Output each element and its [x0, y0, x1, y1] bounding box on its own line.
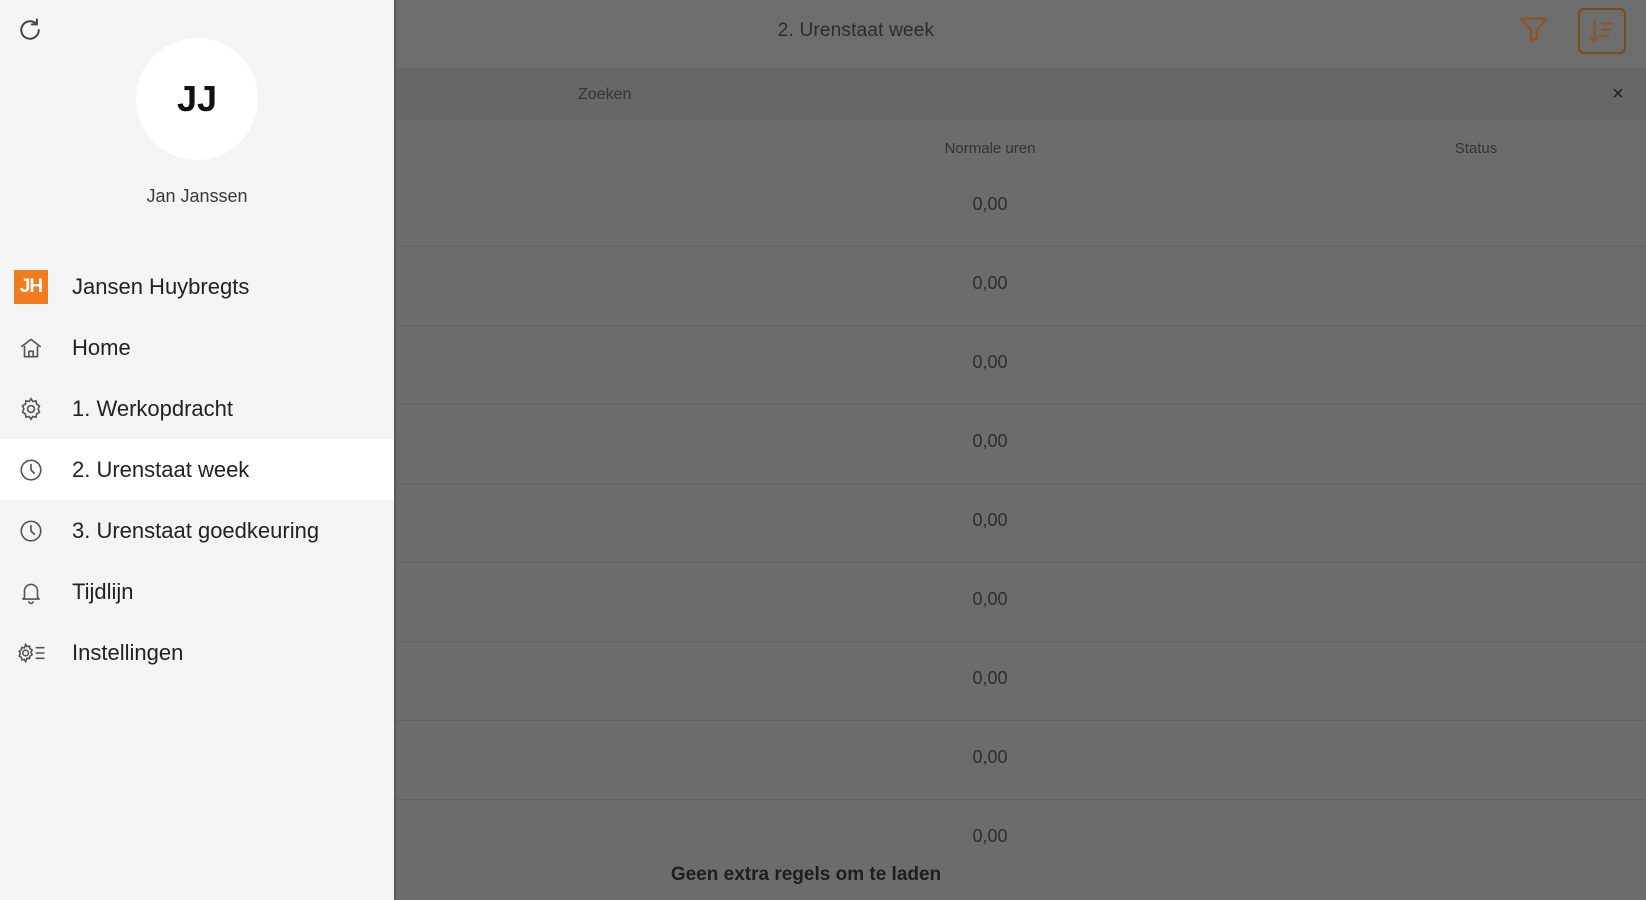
- clock-icon: [14, 514, 48, 548]
- hours-cell: 0,00: [972, 194, 1008, 214]
- sidebar-item-urenstaat-week[interactable]: 2. Urenstaat week: [0, 439, 394, 500]
- sidebar: JJ Jan Janssen JH Jansen Huybregts Home: [0, 0, 396, 900]
- table-row[interactable]: 0,00: [396, 800, 1646, 878]
- sidebar-item-label: Jansen Huybregts: [72, 273, 250, 299]
- hours-cell: 0,00: [972, 510, 1008, 530]
- avatar: JJ: [136, 38, 258, 160]
- search-bar: ×: [396, 68, 1646, 120]
- sidebar-item-home[interactable]: Home: [0, 317, 394, 378]
- bell-icon: [14, 575, 48, 609]
- sidebar-item-label: Instellingen: [72, 639, 184, 665]
- gear-icon: [14, 392, 48, 426]
- hours-cell: 0,00: [972, 352, 1008, 372]
- top-bar: 2. Urenstaat week: [396, 0, 1646, 68]
- page-title: 2. Urenstaat week: [777, 20, 935, 41]
- hours-cell: 0,00: [972, 589, 1008, 609]
- settings-icon: [14, 636, 48, 670]
- table-row[interactable]: 0,00: [396, 642, 1646, 721]
- sidebar-item-label: 1. Werkopdracht: [72, 395, 234, 421]
- sidebar-item-label: Home: [72, 334, 131, 360]
- sidebar-item-instellingen[interactable]: Instellingen: [0, 622, 394, 683]
- hours-cell: 0,00: [972, 668, 1008, 688]
- table-row[interactable]: 0,00: [396, 168, 1646, 247]
- hours-cell: 0,00: [972, 747, 1008, 767]
- company-logo: JH: [14, 269, 48, 304]
- main-content: 2. Urenstaat week × Normale uren Status …: [396, 0, 1646, 900]
- sort-button[interactable]: [1578, 8, 1626, 54]
- sort-icon: [1589, 20, 1615, 43]
- sidebar-item-label: Tijdlijn: [72, 578, 134, 604]
- table-row[interactable]: 0,00: [396, 721, 1646, 800]
- sidebar-item-urenstaat-goedkeuring[interactable]: 3. Urenstaat goedkeuring: [0, 500, 394, 561]
- sidebar-item-tijdlijn[interactable]: Tijdlijn: [0, 561, 394, 622]
- sidebar-nav: JH Jansen Huybregts Home 1. Werkopdracht: [0, 256, 394, 683]
- table-row[interactable]: 0,00: [396, 563, 1646, 642]
- company-logo-icon: JH: [14, 269, 48, 304]
- table-row[interactable]: 0,00: [396, 405, 1646, 484]
- filter-button[interactable]: [1514, 10, 1554, 50]
- sidebar-item-label: 2. Urenstaat week: [72, 456, 250, 482]
- user-name: Jan Janssen: [146, 186, 248, 206]
- hours-cell: 0,00: [972, 273, 1008, 293]
- sidebar-item-label: 3. Urenstaat goedkeuring: [72, 517, 320, 543]
- table-row[interactable]: 0,00: [396, 326, 1646, 405]
- search-input[interactable]: [576, 80, 1440, 110]
- hours-cell: 0,00: [972, 826, 1008, 846]
- filter-icon: [1520, 17, 1548, 43]
- sidebar-item-company[interactable]: JH Jansen Huybregts: [0, 256, 394, 317]
- load-more-message: Geen extra regels om te laden: [670, 864, 942, 885]
- clock-icon: [14, 453, 48, 487]
- refresh-button[interactable]: [12, 12, 48, 48]
- column-header-status[interactable]: Status: [1396, 140, 1556, 157]
- column-header-hours[interactable]: Normale uren: [910, 140, 1070, 157]
- home-icon: [14, 331, 48, 365]
- refresh-icon: [20, 18, 40, 40]
- search-clear-button[interactable]: ×: [1604, 80, 1632, 108]
- hours-cell: 0,00: [972, 431, 1008, 451]
- table-row[interactable]: 0,00: [396, 247, 1646, 326]
- table-row[interactable]: 0,00: [396, 484, 1646, 563]
- sidebar-item-werkopdracht[interactable]: 1. Werkopdracht: [0, 378, 394, 439]
- table-body: 0,00 0,00 0,00 0,00 0,00 0,00 0,00 0,00 …: [396, 168, 1646, 878]
